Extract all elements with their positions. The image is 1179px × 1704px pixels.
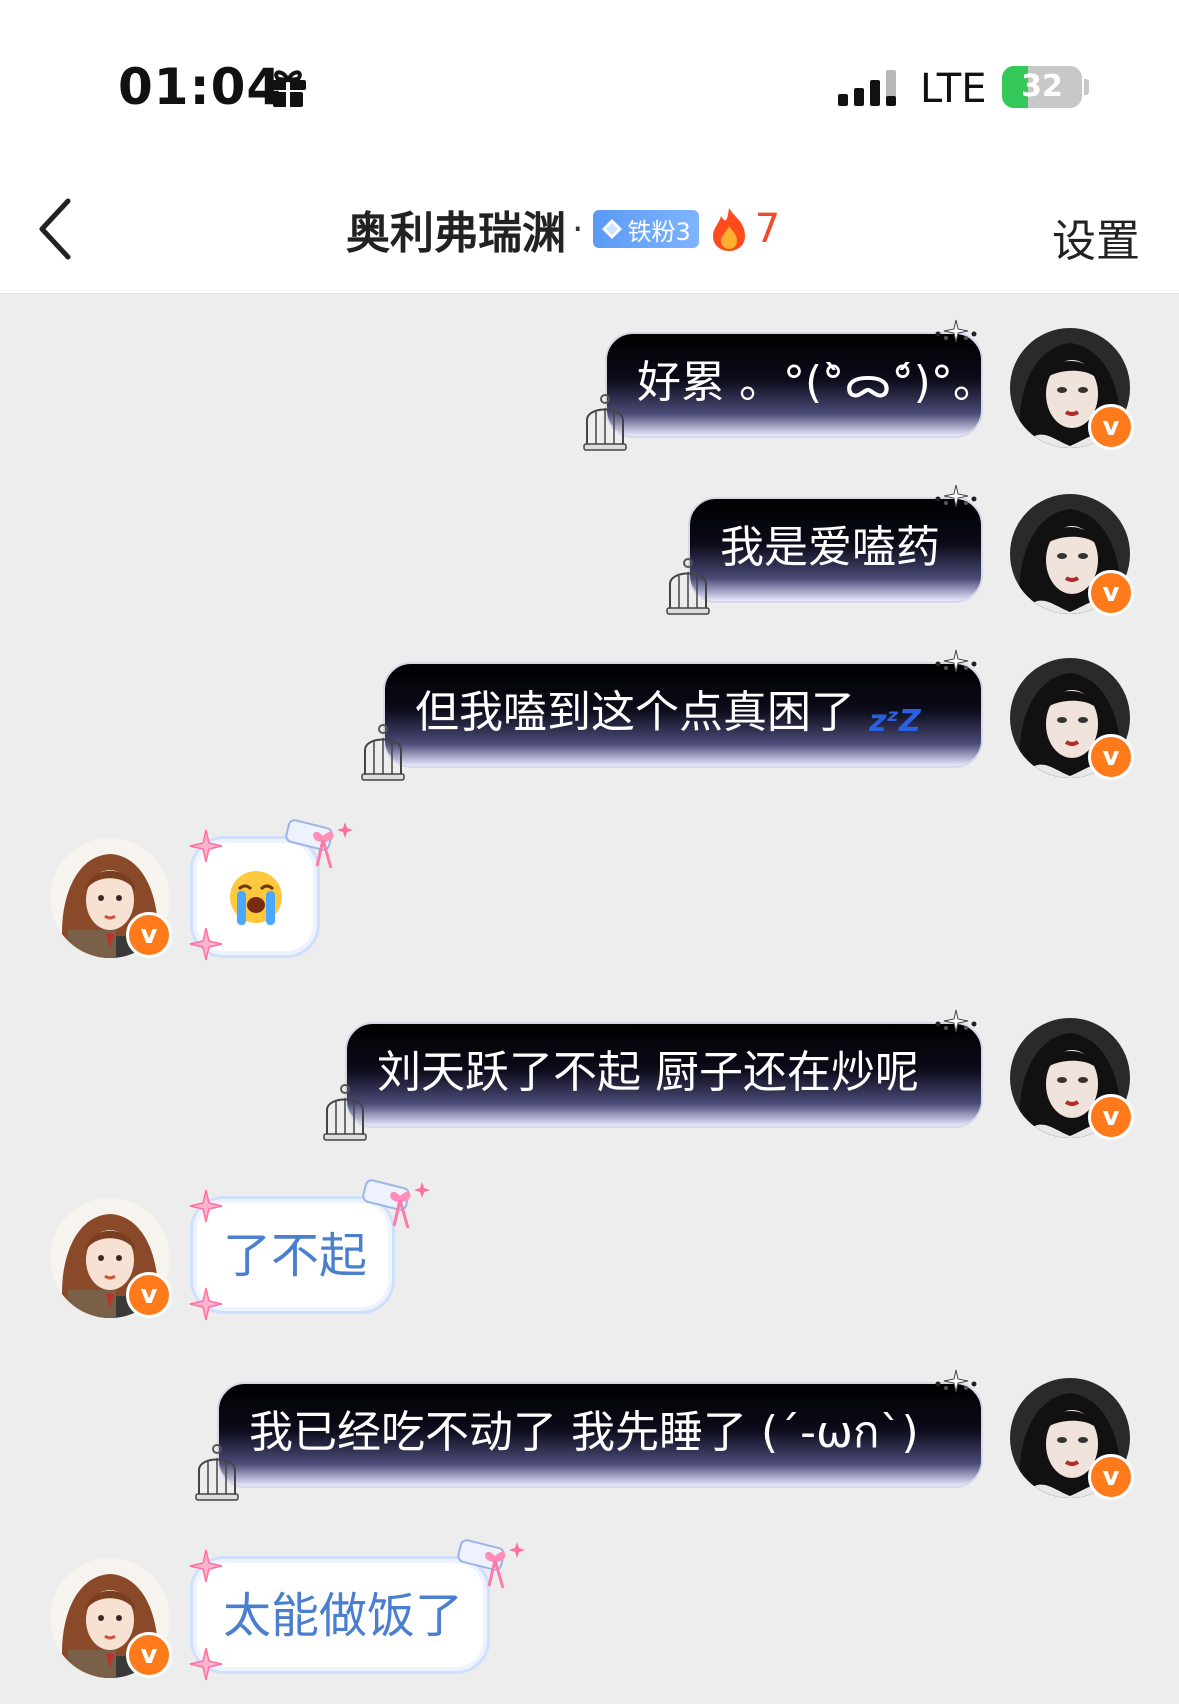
ribbon-bow-decoration-icon (283, 818, 353, 876)
zzz-emoji: zᶻZ (869, 704, 921, 739)
birdcage-decoration-icon (582, 394, 628, 454)
verified-badge: v (1088, 404, 1134, 450)
back-chevron-icon[interactable] (36, 197, 76, 261)
signal-icon (838, 70, 896, 106)
status-time: 01:04 (118, 58, 283, 116)
network-type: LTE (920, 66, 987, 112)
verified-badge: v (126, 1632, 172, 1678)
message-text: 了不起 (223, 1228, 368, 1284)
outgoing-message-bubble[interactable]: 好累 。°(°̀ᯅ°́)°。 (605, 332, 997, 438)
message-text: 但我嗑到这个点真困了 (415, 687, 855, 738)
outgoing-message-bubble[interactable]: 刘天跃了不起 厨子还在炒呢 (345, 1022, 983, 1128)
chat-title-group[interactable]: 奥利弗瑞渊 · 铁粉3 7 (346, 201, 781, 259)
message-text: 我已经吃不动了 我先睡了 (´-ωก`) (249, 1407, 919, 1458)
gift-icon (270, 70, 306, 107)
battery-nub (1084, 79, 1089, 95)
twinkle-decoration-icon (188, 1548, 224, 1584)
twinkle-decoration-icon (188, 828, 224, 864)
outgoing-message-bubble[interactable]: 我是爱嗑药 (688, 497, 983, 603)
fan-level-label: 铁粉3 (627, 217, 691, 246)
verified-badge: v (126, 912, 172, 958)
verified-badge: v (1088, 570, 1134, 616)
incoming-message-bubble[interactable]: 太能做饭了 (190, 1556, 490, 1674)
message-text: 太能做饭了 (223, 1588, 464, 1644)
loudly-crying-face-icon (230, 871, 282, 925)
sparkle-decoration-icon (930, 648, 982, 674)
sparkle-decoration-icon (930, 483, 982, 509)
verified-badge: v (1088, 1094, 1134, 1140)
message-text: 好累 。°(°̀ᯅ°́)°。 (637, 357, 997, 408)
verified-badge: v (126, 1272, 172, 1318)
title-separator: · (572, 208, 584, 250)
battery-percent: 32 (1021, 69, 1063, 104)
fire-icon (712, 208, 745, 251)
twinkle-decoration-icon (188, 926, 224, 962)
fan-level-badge: 铁粉3 (593, 210, 699, 248)
status-bar: 01:04 LTE 32 (0, 0, 1179, 165)
ribbon-bow-decoration-icon (360, 1178, 430, 1236)
ribbon-bow-decoration-icon (455, 1538, 525, 1596)
birdcage-decoration-icon (665, 558, 711, 618)
chat-header: 奥利弗瑞渊 · 铁粉3 7 设置 (0, 165, 1179, 294)
outgoing-message-bubble[interactable]: 但我嗑到这个点真困了 zᶻZ (383, 662, 983, 768)
outgoing-message-bubble[interactable]: 我已经吃不动了 我先睡了 (´-ωก`) (217, 1382, 983, 1488)
sparkle-decoration-icon (930, 1368, 982, 1394)
verified-badge: v (1088, 1454, 1134, 1500)
settings-button[interactable]: 设置 (1052, 205, 1140, 269)
sparkle-decoration-icon (930, 318, 982, 344)
birdcage-decoration-icon (322, 1084, 368, 1144)
battery-indicator: 32 (1002, 66, 1082, 108)
message-text: 我是爱嗑药 (720, 522, 940, 573)
diamond-icon (602, 219, 623, 239)
birdcage-decoration-icon (360, 724, 406, 784)
birdcage-decoration-icon (194, 1444, 240, 1504)
verified-badge: v (1088, 734, 1134, 780)
twinkle-decoration-icon (188, 1646, 224, 1682)
message-text: 刘天跃了不起 厨子还在炒呢 (377, 1047, 919, 1098)
twinkle-decoration-icon (188, 1188, 224, 1224)
chat-title: 奥利弗瑞渊 (346, 208, 566, 259)
sparkle-decoration-icon (930, 1008, 982, 1034)
twinkle-decoration-icon (188, 1286, 224, 1322)
fire-count: 7 (754, 206, 781, 252)
